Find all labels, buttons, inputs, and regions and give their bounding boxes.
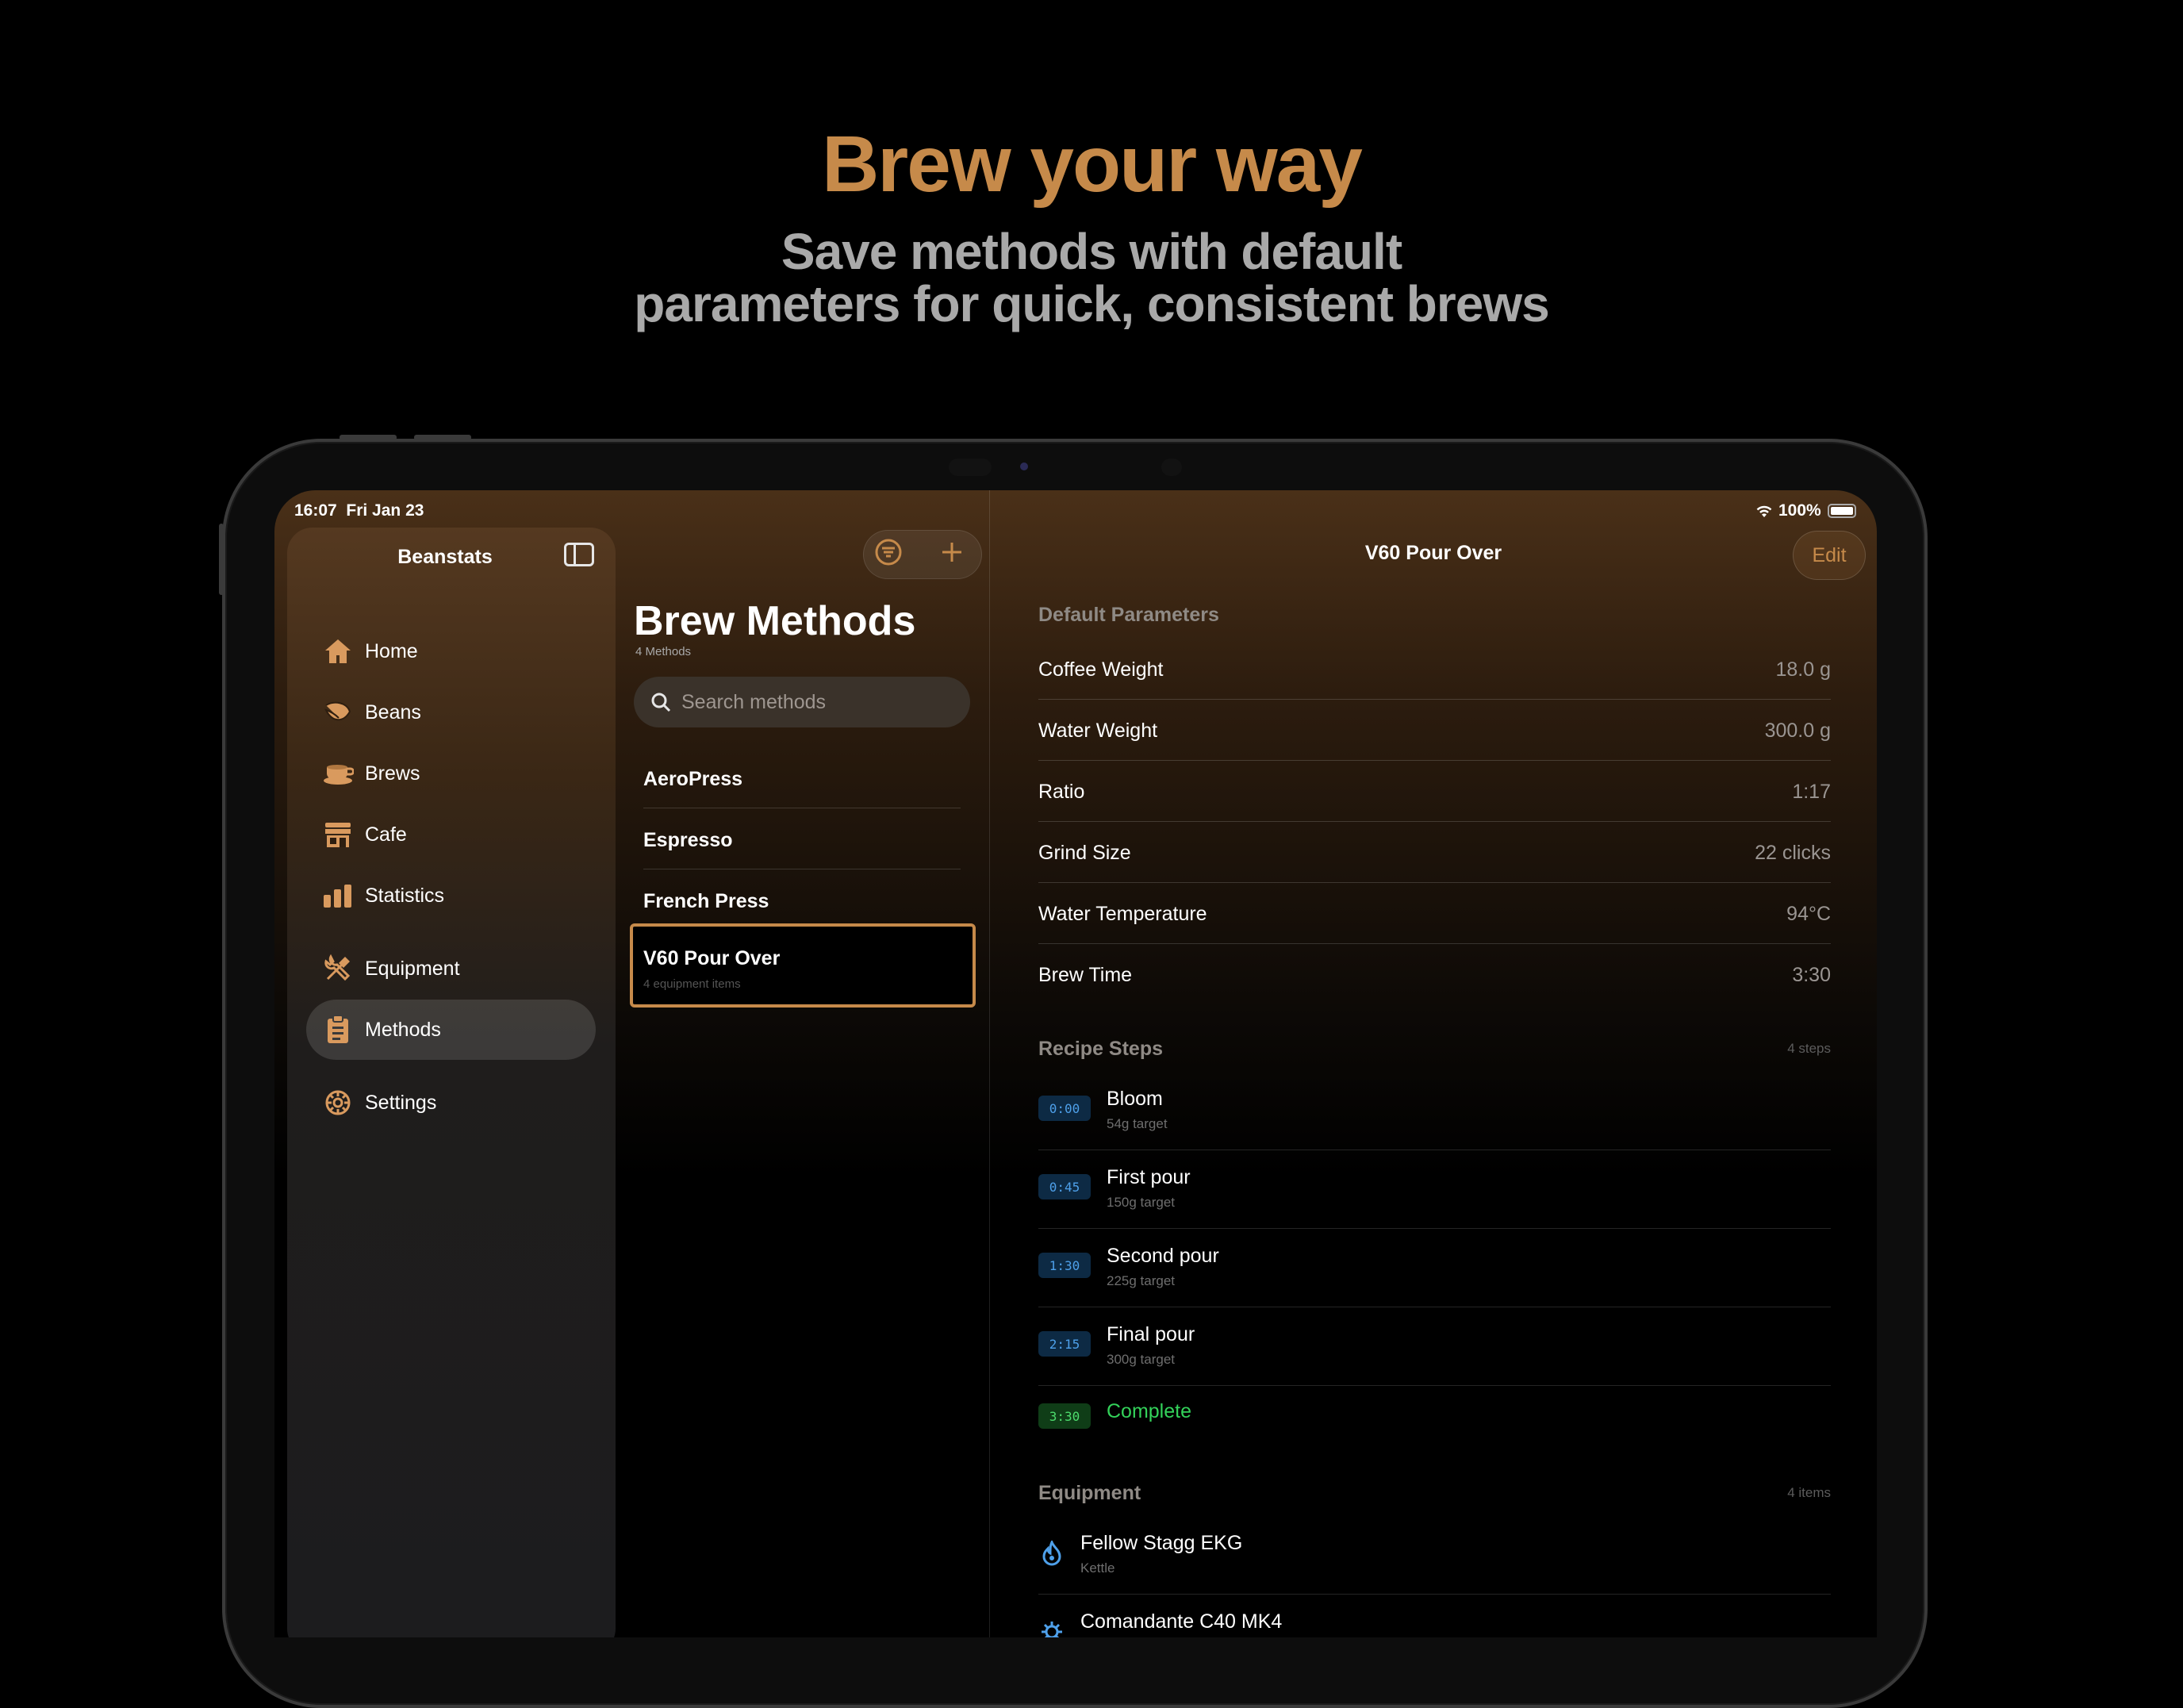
param-row[interactable]: Coffee Weight 18.0 g (1038, 639, 1831, 700)
equipment-row[interactable]: Comandante C40 MK4 (1038, 1595, 1831, 1637)
recipe-steps-count: 4 steps (1787, 1041, 1831, 1056)
recipe-step-row[interactable]: 1:30 Second pour 225g target (1038, 1229, 1831, 1307)
marketing-subline-1: Save methods with default (781, 223, 1402, 280)
search-icon (650, 691, 672, 713)
sidebar-item-cafe[interactable]: Cafe (306, 804, 596, 865)
recipe-step-row[interactable]: 0:45 First pour 150g target (1038, 1150, 1831, 1229)
sidebar-item-settings[interactable]: Settings (306, 1073, 596, 1133)
page-title: Brew Methods (634, 598, 916, 644)
param-row[interactable]: Water Temperature 94°C (1038, 883, 1831, 944)
filter-icon (874, 538, 903, 570)
equipment-row[interactable]: Fellow Stagg EKG Kettle (1038, 1516, 1831, 1595)
step-time-badge: 2:15 (1038, 1331, 1091, 1357)
column-divider (989, 490, 990, 1637)
cup-icon (322, 758, 354, 789)
step-time-badge: 0:00 (1038, 1096, 1091, 1121)
marketing-subline-2: parameters for quick, consistent brews (634, 275, 1550, 332)
method-row-espresso[interactable]: Espresso (643, 808, 961, 869)
param-row[interactable]: Ratio 1:17 (1038, 761, 1831, 822)
methods-count: 4 Methods (635, 645, 692, 658)
recipe-step-row[interactable]: 0:00 Bloom 54g target (1038, 1072, 1831, 1150)
search-field[interactable] (634, 677, 970, 727)
kettle-flame-icon (1038, 1540, 1065, 1567)
sidebar-item-home[interactable]: Home (306, 621, 596, 681)
camera-sensor (949, 459, 992, 476)
method-row-aeropress[interactable]: AeroPress (643, 747, 961, 808)
leaf-icon (322, 697, 354, 728)
section-default-parameters: Default Parameters (1038, 604, 1219, 626)
battery-icon (1827, 504, 1856, 518)
camera-lens (1020, 463, 1028, 470)
status-right: 100% (1755, 501, 1856, 520)
section-equipment: Equipment (1038, 1482, 1141, 1504)
camera-sensor (1161, 459, 1182, 476)
edit-button[interactable]: Edit (1793, 531, 1866, 580)
storefront-icon (322, 819, 354, 850)
step-time-badge: 1:30 (1038, 1253, 1091, 1278)
param-row[interactable]: Water Weight 300.0 g (1038, 700, 1831, 761)
bar-chart-icon (322, 880, 354, 912)
complete-time-badge: 3:30 (1038, 1403, 1091, 1429)
sidebar-toggle-icon[interactable] (564, 543, 594, 566)
detail-title: V60 Pour Over (1364, 542, 1502, 564)
app-screen: 16:07 Fri Jan 23 100% Beanstats Home Bea… (274, 490, 1877, 1637)
clipboard-icon (322, 1014, 354, 1046)
marketing-headline: Brew your way (822, 120, 1363, 209)
battery-percent: 100% (1778, 501, 1821, 520)
recipe-step-complete: 3:30 Complete (1038, 1380, 1831, 1458)
house-icon (322, 635, 354, 667)
param-row[interactable]: Grind Size 22 clicks (1038, 822, 1831, 883)
tools-icon (322, 953, 354, 984)
add-method-button[interactable] (936, 538, 968, 570)
equipment-count: 4 items (1787, 1485, 1831, 1500)
param-row[interactable]: Brew Time 3:30 (1038, 944, 1831, 1005)
sidebar-item-brews[interactable]: Brews (306, 743, 596, 804)
sidebar-item-methods[interactable]: Methods (306, 1000, 596, 1060)
section-recipe-steps: Recipe Steps (1038, 1038, 1164, 1060)
method-row-french-press[interactable]: French Press (643, 869, 961, 931)
sidebar-item-equipment[interactable]: Equipment (306, 938, 596, 999)
filter-button[interactable] (873, 538, 904, 570)
recipe-step-row[interactable]: 2:15 Final pour 300g target (1038, 1307, 1831, 1386)
wifi-icon (1755, 504, 1774, 518)
status-time: 16:07 Fri Jan 23 (294, 501, 424, 520)
search-input[interactable] (681, 690, 951, 714)
gear-icon (322, 1087, 354, 1119)
plus-icon (940, 540, 964, 568)
step-time-badge: 0:45 (1038, 1174, 1091, 1199)
method-row-v60-selected[interactable]: V60 Pour Over 4 equipment items (630, 923, 976, 1008)
sidebar-item-beans[interactable]: Beans (306, 682, 596, 743)
sidebar-item-statistics[interactable]: Statistics (306, 866, 596, 926)
grinder-gear-icon (1038, 1618, 1065, 1637)
